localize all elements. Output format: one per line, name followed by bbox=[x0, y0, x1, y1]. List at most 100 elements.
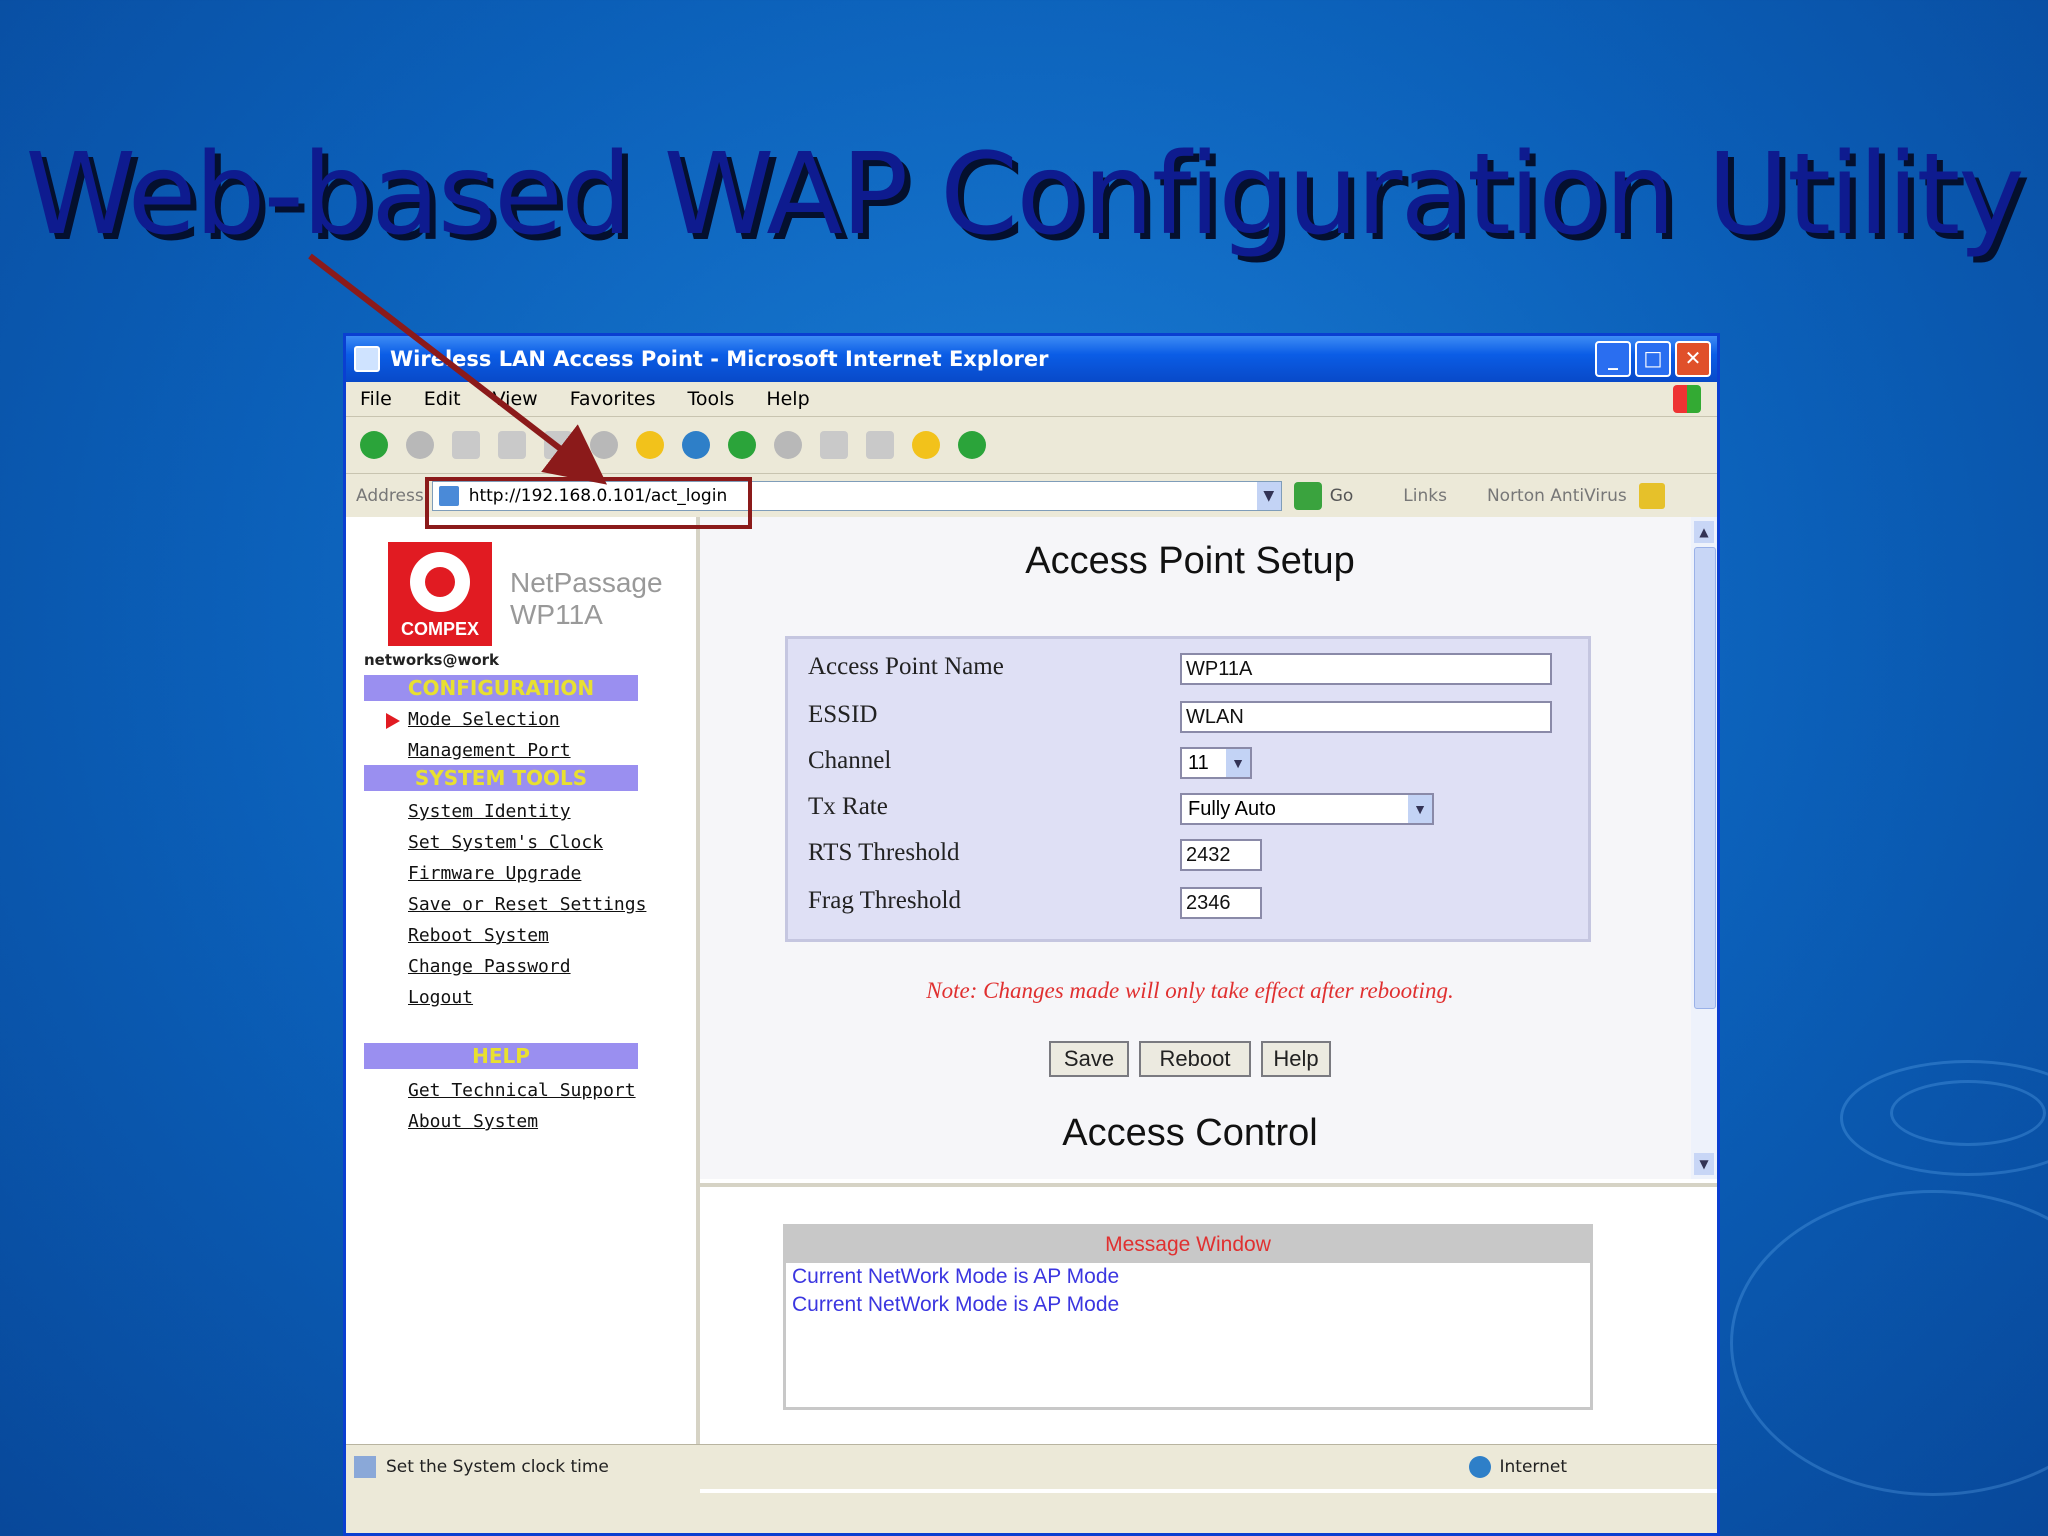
channel-label: Channel bbox=[808, 747, 892, 774]
ie-icon bbox=[354, 346, 380, 372]
menu-view[interactable]: View bbox=[493, 388, 538, 410]
close-button[interactable]: ✕ bbox=[1675, 341, 1711, 377]
message-line: Current NetWork Mode is AP Mode bbox=[792, 1293, 1120, 1316]
ap-name-input[interactable]: WP11A bbox=[1180, 653, 1552, 685]
links-button[interactable]: Links bbox=[1403, 486, 1447, 506]
nav-reboot-system[interactable]: Reboot System bbox=[408, 925, 549, 946]
scroll-down-icon[interactable]: ▼ bbox=[1694, 1153, 1714, 1175]
nav-system-identity[interactable]: System Identity bbox=[408, 801, 571, 822]
security-zone: Internet bbox=[1469, 1456, 1567, 1478]
save-button[interactable]: Save bbox=[1049, 1041, 1129, 1077]
nav-management-port[interactable]: Management Port bbox=[408, 740, 571, 761]
internet-globe-icon bbox=[1469, 1456, 1492, 1478]
sidebar: COMPEX NetPassage WP11A networks@work CO… bbox=[346, 517, 700, 1489]
reboot-note: Note: Changes made will only take effect… bbox=[926, 978, 1454, 1003]
favorites-icon[interactable] bbox=[636, 431, 664, 459]
menu-favorites[interactable]: Favorites bbox=[570, 388, 656, 410]
ap-name-label: Access Point Name bbox=[808, 653, 1004, 680]
scroll-up-icon[interactable]: ▲ bbox=[1694, 521, 1714, 543]
essid-input[interactable]: WLAN bbox=[1180, 701, 1552, 733]
norton-antivirus-button[interactable]: Norton AntiVirus bbox=[1487, 486, 1627, 506]
edit-icon[interactable] bbox=[866, 431, 894, 459]
rts-threshold-label: RTS Threshold bbox=[808, 839, 960, 866]
tagline: networks@work bbox=[364, 651, 500, 669]
mail-icon[interactable] bbox=[774, 431, 802, 459]
essid-label: ESSID bbox=[808, 701, 878, 728]
search-icon[interactable] bbox=[590, 431, 618, 459]
nav-firmware-upgrade[interactable]: Firmware Upgrade bbox=[408, 863, 581, 884]
nav-set-system-clock[interactable]: Set System's Clock bbox=[408, 832, 603, 853]
zone-text: Internet bbox=[1499, 1457, 1567, 1477]
nav-technical-support[interactable]: Get Technical Support bbox=[408, 1080, 636, 1101]
menubar: File Edit View Favorites Tools Help bbox=[346, 382, 1717, 417]
address-label: Address bbox=[356, 486, 424, 506]
ap-setup-form: Access Point Name WP11A ESSID WLAN Chann… bbox=[785, 636, 1591, 942]
status-bar: Set the System clock time Internet bbox=[346, 1444, 1717, 1489]
configuration-header: CONFIGURATION bbox=[364, 675, 638, 701]
message-window: Message Window Current NetWork Mode is A… bbox=[783, 1224, 1593, 1410]
toolbar bbox=[346, 417, 1717, 474]
logo-text: COMPEX bbox=[400, 619, 479, 639]
compex-logo: COMPEX bbox=[388, 542, 492, 646]
txrate-dropdown-icon[interactable]: ▼ bbox=[1408, 795, 1432, 823]
scroll-thumb[interactable] bbox=[1694, 547, 1716, 1009]
menu-file[interactable]: File bbox=[360, 388, 392, 410]
go-icon[interactable] bbox=[1293, 482, 1322, 510]
nav-logout[interactable]: Logout bbox=[408, 987, 473, 1008]
history-icon[interactable] bbox=[728, 431, 756, 459]
messenger-icon[interactable] bbox=[958, 431, 986, 459]
txrate-value: Fully Auto bbox=[1188, 798, 1276, 820]
product-line-1: NetPassage bbox=[510, 567, 663, 598]
back-icon[interactable] bbox=[360, 431, 388, 459]
forward-icon[interactable] bbox=[406, 431, 434, 459]
page-title: Access Point Setup bbox=[1025, 540, 1355, 582]
nav-about-system[interactable]: About System bbox=[408, 1111, 538, 1132]
discuss-icon[interactable] bbox=[912, 431, 940, 459]
channel-select[interactable]: 11 ▼ bbox=[1180, 747, 1252, 779]
window-titlebar[interactable]: Wireless LAN Access Point - Microsoft In… bbox=[346, 336, 1717, 382]
rts-threshold-input[interactable]: 2432 bbox=[1180, 839, 1262, 871]
channel-dropdown-icon[interactable]: ▼ bbox=[1226, 749, 1250, 777]
home-icon[interactable] bbox=[544, 431, 572, 459]
minimize-button[interactable]: _ bbox=[1595, 341, 1631, 377]
address-dropdown-icon[interactable]: ▼ bbox=[1256, 482, 1281, 510]
refresh-icon[interactable] bbox=[498, 431, 526, 459]
reboot-button[interactable]: Reboot bbox=[1139, 1041, 1251, 1077]
channel-value: 11 bbox=[1188, 752, 1209, 774]
print-icon[interactable] bbox=[820, 431, 848, 459]
url-highlight-box bbox=[425, 477, 752, 529]
menu-help[interactable]: Help bbox=[766, 388, 809, 410]
status-text: Set the System clock time bbox=[386, 1457, 609, 1477]
menu-tools[interactable]: Tools bbox=[688, 388, 735, 410]
access-control-title: Access Control bbox=[1062, 1112, 1318, 1154]
background-ripple bbox=[1730, 1190, 2048, 1496]
message-line: Current NetWork Mode is AP Mode bbox=[792, 1265, 1120, 1288]
stop-icon[interactable] bbox=[452, 431, 480, 459]
media-icon[interactable] bbox=[682, 431, 710, 459]
windows-flag-icon bbox=[1673, 385, 1701, 413]
txrate-select[interactable]: Fully Auto ▼ bbox=[1180, 793, 1434, 825]
frag-threshold-input[interactable]: 2346 bbox=[1180, 887, 1262, 919]
background-ripple bbox=[1840, 1060, 2048, 1176]
slide-title: Web-based WAP Configuration Utility bbox=[25, 130, 2024, 260]
help-button[interactable]: Help bbox=[1261, 1041, 1331, 1077]
txrate-label: Tx Rate bbox=[808, 793, 888, 820]
product-line-2: WP11A bbox=[510, 599, 603, 630]
norton-icon[interactable] bbox=[1638, 483, 1665, 509]
product-name: NetPassage WP11A bbox=[510, 567, 663, 631]
maximize-button[interactable]: □ bbox=[1635, 341, 1671, 377]
nav-mode-selection[interactable]: Mode Selection bbox=[408, 709, 560, 730]
system-tools-header: SYSTEM TOOLS bbox=[364, 765, 638, 791]
help-header: HELP bbox=[364, 1043, 638, 1069]
message-window-title: Message Window bbox=[786, 1227, 1590, 1263]
logo-burst-icon bbox=[410, 552, 470, 612]
frag-threshold-label: Frag Threshold bbox=[808, 887, 961, 914]
nav-save-reset-settings[interactable]: Save or Reset Settings bbox=[408, 894, 646, 915]
status-page-icon bbox=[354, 1456, 376, 1478]
vertical-scrollbar[interactable]: ▲ ▼ bbox=[1691, 517, 1717, 1179]
go-button[interactable]: Go bbox=[1330, 486, 1354, 506]
current-page-marker-icon bbox=[386, 713, 400, 729]
menu-edit[interactable]: Edit bbox=[424, 388, 461, 410]
nav-change-password[interactable]: Change Password bbox=[408, 956, 571, 977]
window-title: Wireless LAN Access Point - Microsoft In… bbox=[390, 347, 1049, 371]
